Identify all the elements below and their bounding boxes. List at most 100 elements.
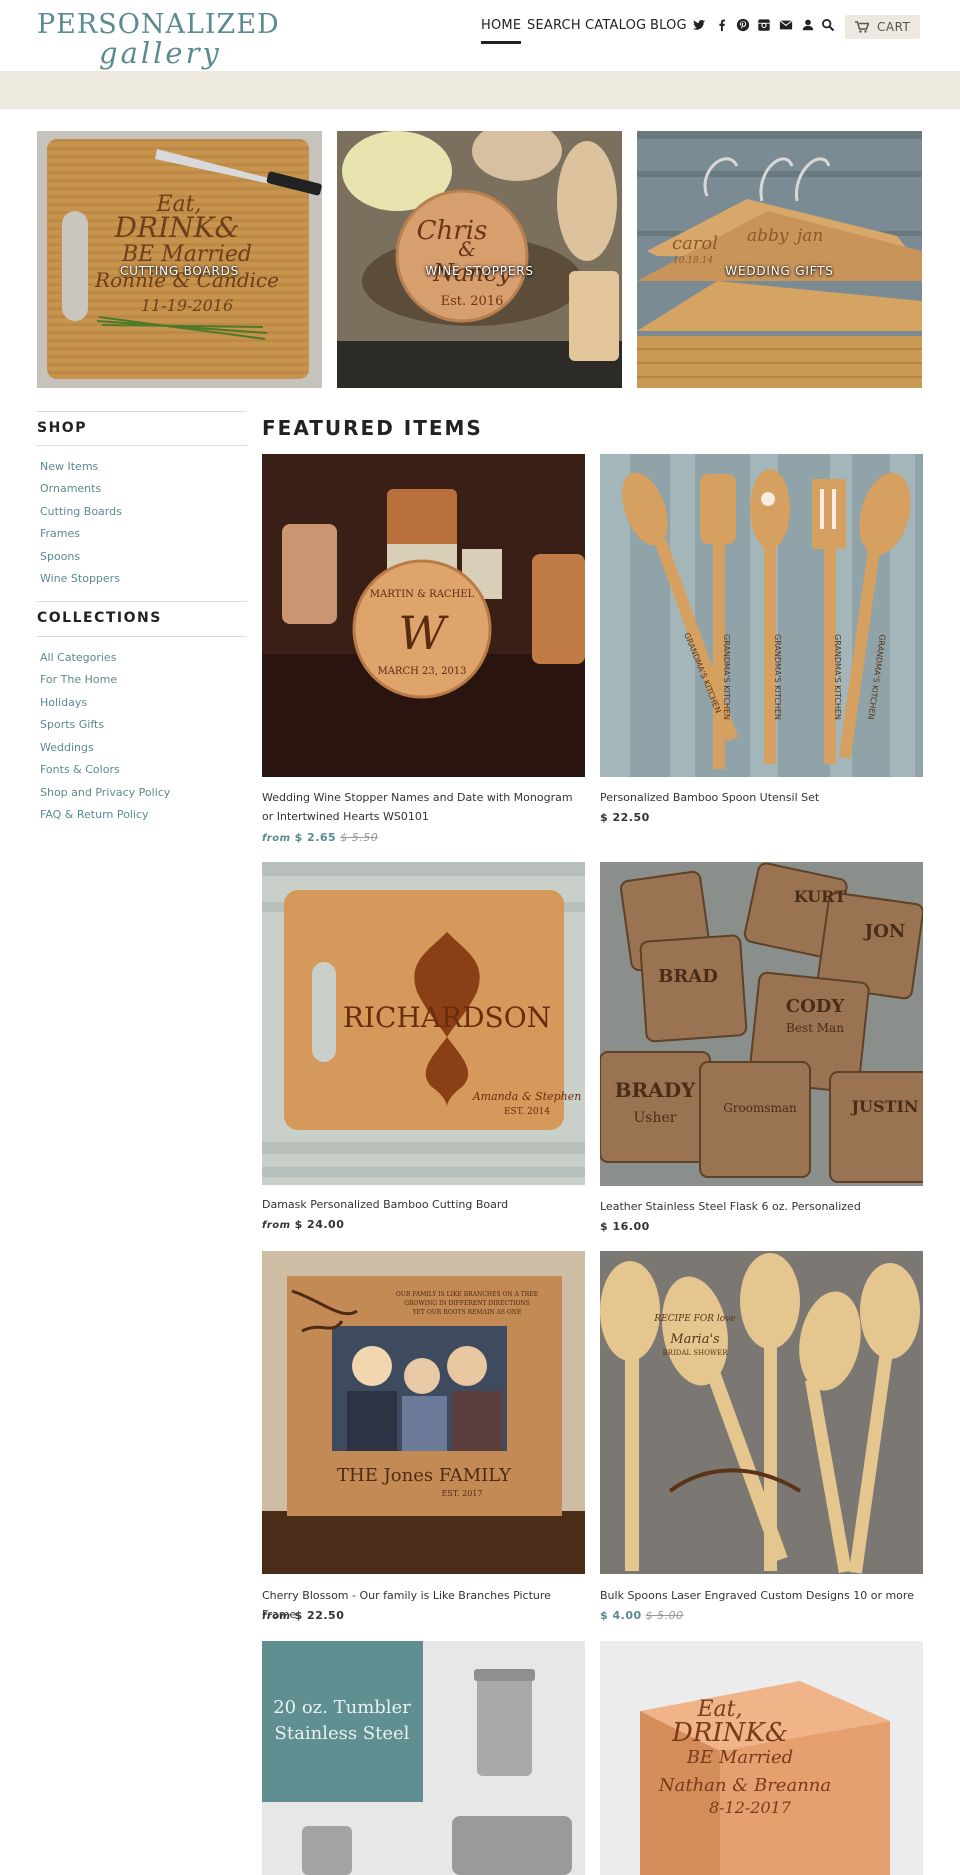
product-3-title[interactable]: Damask Personalized Bamboo Cutting Board <box>262 1195 585 1214</box>
sidebar-item-for-the-home[interactable]: For The Home <box>40 673 117 686</box>
product-8-engraving-line-2: DRINK& <box>671 1718 788 1748</box>
search-icon[interactable] <box>821 17 835 33</box>
product-1-engraving-monogram: W <box>398 606 449 660</box>
nav-home[interactable]: HOME <box>481 18 522 44</box>
product-1-engraving-names: MARTIN & RACHEL <box>370 589 475 600</box>
product-4-engraving-jon: JON <box>863 921 906 942</box>
email-icon[interactable] <box>779 17 793 33</box>
product-3-price-value: $ 24.00 <box>294 1218 345 1231</box>
product-2-engraving-3: GRANDMA'S KITCHEN <box>773 634 782 720</box>
product-8-engraving-line-4: Nathan & Breanna <box>658 1775 831 1796</box>
banner-3-engraving-name-2: abby <box>747 226 789 246</box>
product-3-price: from $ 24.00 <box>262 1218 344 1231</box>
sidebar-item-new-items[interactable]: New Items <box>40 460 98 473</box>
product-6-price-value: $ 4.00 <box>600 1609 642 1622</box>
product-2-price: $ 22.50 <box>600 811 650 824</box>
wedding-hangers-photo: carol abby jan 10.18.14 <box>637 131 922 388</box>
sidebar-item-ornaments[interactable]: Ornaments <box>40 482 101 495</box>
sidebar-item-sports-gifts[interactable]: Sports Gifts <box>40 718 104 731</box>
banner-1-engraving-line-5: 11-19-2016 <box>141 296 233 315</box>
banner-2-engraving-line-4: Est. 2016 <box>441 294 504 309</box>
product-2-image[interactable]: GRANDMA'S KITCHEN GRANDMA'S KITCHEN GRAN… <box>600 454 923 777</box>
product-8-image[interactable]: Eat, DRINK& BE Married Nathan & Breanna … <box>600 1641 923 1875</box>
picture-frame-photo: OUR FAMILY IS LIKE BRANCHES ON A TREE GR… <box>262 1251 585 1574</box>
instagram-icon[interactable] <box>757 17 771 33</box>
featured-items-heading: FEATURED ITEMS <box>262 416 483 440</box>
product-2-engraving-4: GRANDMA'S KITCHEN <box>833 634 842 720</box>
facebook-icon[interactable] <box>715 17 729 33</box>
product-1-from: from <box>262 833 291 844</box>
nav-home-link[interactable]: HOME <box>481 18 521 33</box>
nav-catalog-link[interactable]: CATALOG <box>585 18 646 33</box>
banner-3-engraving-name-3: jan <box>793 226 823 246</box>
nav-search-link[interactable]: SEARCH <box>527 18 581 33</box>
product-4-engraving-groomsman: Groomsman <box>723 1101 797 1115</box>
product-3-engraving-est: EST. 2014 <box>504 1107 550 1117</box>
bamboo-spoon-photo: GRANDMA'S KITCHEN GRANDMA'S KITCHEN GRAN… <box>600 454 923 777</box>
pinterest-icon[interactable] <box>736 17 750 33</box>
product-4-engraving-cody: CODY <box>786 996 846 1017</box>
sidebar-item-spoons[interactable]: Spoons <box>40 550 80 563</box>
product-6-title[interactable]: Bulk Spoons Laser Engraved Custom Design… <box>600 1586 923 1605</box>
product-5-price-value: $ 22.50 <box>294 1609 345 1622</box>
product-4-engraving-kurt: KURT <box>794 887 846 906</box>
banner-cutting-boards[interactable]: Eat, DRINK& BE Married Ronnie & Candice … <box>37 131 322 388</box>
product-8-engraving-line-3: BE Married <box>686 1747 793 1768</box>
wine-stopper-photo: Chris & Nancy Est. 2016 <box>337 131 622 388</box>
bulk-spoons-photo: RECIPE FOR love Maria's BRIDAL SHOWER <box>600 1251 923 1574</box>
tumbler-photo: 20 oz. Tumbler Stainless Steel <box>262 1641 585 1875</box>
sidebar-item-weddings[interactable]: Weddings <box>40 741 94 754</box>
shop-rule-top <box>37 411 247 412</box>
banner-wine-stoppers-label: WINE STOPPERS <box>425 264 534 278</box>
banner-wedding-gifts[interactable]: carol abby jan 10.18.14 WEDDING GIFTS <box>637 131 922 388</box>
collections-rule-top <box>37 601 247 602</box>
nav-catalog[interactable]: CATALOG <box>585 18 646 42</box>
product-8-engraving-line-5: 8-12-2017 <box>709 1798 792 1817</box>
twitter-icon[interactable] <box>692 17 706 33</box>
product-4-image[interactable]: KURT JON BRAD CODY BRADY JUSTIN Groomsma… <box>600 862 923 1186</box>
wine-stopper-product-photo: MARTIN & RACHEL W MARCH 23, 2013 <box>262 454 585 777</box>
product-6-engraving-name: Maria's <box>669 1332 720 1347</box>
product-5-quote-1: OUR FAMILY IS LIKE BRANCHES ON A TREE <box>396 1291 538 1298</box>
product-6-image[interactable]: RECIPE FOR love Maria's BRIDAL SHOWER <box>600 1251 923 1574</box>
product-4-engraving-justin: JUSTIN <box>849 1097 918 1116</box>
product-4-engraving-brad: BRAD <box>658 966 718 987</box>
product-5-quote-2: GROWING IN DIFFERENT DIRECTIONS <box>404 1300 530 1307</box>
banner-wine-stoppers[interactable]: Chris & Nancy Est. 2016 WINE STOPPERS <box>337 131 622 388</box>
product-1-image[interactable]: MARTIN & RACHEL W MARCH 23, 2013 <box>262 454 585 777</box>
product-3-image[interactable]: RICHARDSON Amanda & Stephen EST. 2014 <box>262 862 585 1185</box>
product-4-engraving-brady: BRADY <box>615 1078 696 1102</box>
account-icon[interactable] <box>801 17 815 33</box>
sidebar-item-all-categories[interactable]: All Categories <box>40 651 116 664</box>
sidebar-item-wine-stoppers[interactable]: Wine Stoppers <box>40 572 120 585</box>
product-4-engraving-usher: Usher <box>634 1110 677 1126</box>
product-4-title[interactable]: Leather Stainless Steel Flask 6 oz. Pers… <box>600 1197 923 1216</box>
product-5-from: from <box>262 1611 291 1622</box>
banner-cutting-boards-label: CUTTING BOARDS <box>119 264 240 278</box>
cart-button[interactable]: CART <box>845 15 920 39</box>
recipe-box-photo: Eat, DRINK& BE Married Nathan & Breanna … <box>600 1641 923 1875</box>
damask-cutting-board-photo: RICHARDSON Amanda & Stephen EST. 2014 <box>262 862 585 1185</box>
product-2-title[interactable]: Personalized Bamboo Spoon Utensil Set <box>600 788 923 807</box>
banner-wedding-gifts-label: WEDDING GIFTS <box>725 264 834 278</box>
product-1-price-value: $ 2.65 <box>294 831 337 844</box>
product-1-price: from $ 2.65 $ 5.50 <box>262 831 378 844</box>
sidebar-item-fonts-colors[interactable]: Fonts & Colors <box>40 763 120 776</box>
product-5-price: from $ 22.50 <box>262 1609 344 1622</box>
product-5-image[interactable]: OUR FAMILY IS LIKE BRANCHES ON A TREE GR… <box>262 1251 585 1574</box>
product-6-engraving-recipe: RECIPE FOR love <box>653 1314 735 1324</box>
site-logo[interactable]: PERSONALIZED gallery <box>37 9 279 70</box>
sidebar-item-shop-privacy-policy[interactable]: Shop and Privacy Policy <box>40 786 170 799</box>
product-3-engraving-name: RICHARDSON <box>343 1001 551 1034</box>
nav-blog[interactable]: BLOG <box>650 18 687 42</box>
banner-2-engraving-line-2: & <box>458 237 476 261</box>
product-1-title[interactable]: Wedding Wine Stopper Names and Date with… <box>262 788 585 826</box>
sidebar-item-holidays[interactable]: Holidays <box>40 696 87 709</box>
sidebar-item-faq-return-policy[interactable]: FAQ & Return Policy <box>40 808 149 821</box>
sidebar-item-cutting-boards[interactable]: Cutting Boards <box>40 505 122 518</box>
product-7-image[interactable]: 20 oz. Tumbler Stainless Steel <box>262 1641 585 1875</box>
banner-1-engraving-line-2: DRINK& <box>114 211 240 244</box>
sidebar-item-frames[interactable]: Frames <box>40 527 80 540</box>
nav-search[interactable]: SEARCH <box>527 18 581 42</box>
nav-blog-link[interactable]: BLOG <box>650 18 687 33</box>
